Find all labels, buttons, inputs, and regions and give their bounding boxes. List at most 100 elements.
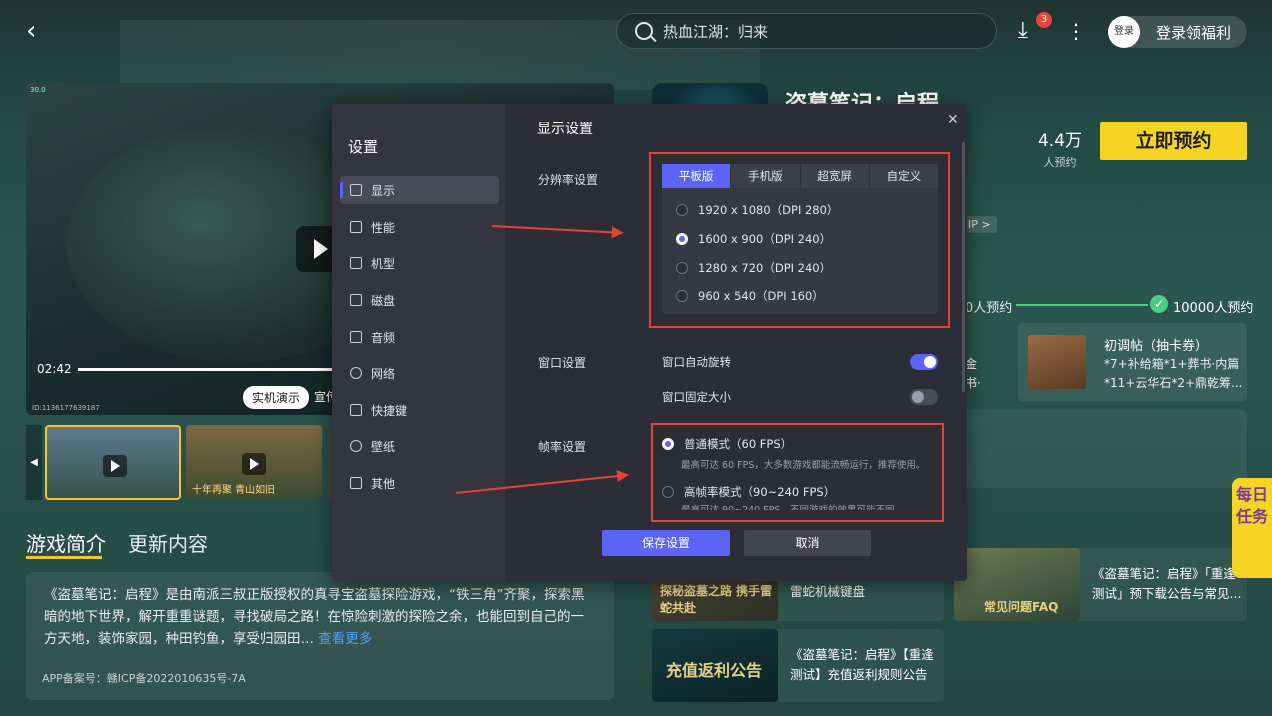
sidebar-item-audio[interactable]: 音频: [340, 323, 499, 351]
audio-icon: [350, 331, 362, 343]
download-badge: 3: [1036, 12, 1052, 28]
sidebar-item-network[interactable]: 网络: [340, 359, 499, 387]
grid-icon: [350, 477, 362, 489]
video-fps-readout: 30.0: [30, 86, 46, 94]
fps-label: 帧率设置: [538, 440, 587, 454]
gift-partial-text: 书·: [965, 376, 981, 390]
milestone-left: 0人预约: [965, 301, 1013, 316]
globe-icon: [350, 367, 362, 379]
video-tag-demo[interactable]: 实机演示: [243, 386, 310, 409]
reserve-count-label: 人预约: [1043, 156, 1077, 169]
sidebar-item-display[interactable]: 显示: [340, 176, 499, 204]
sidebar-item-label: 磁盘: [371, 293, 396, 308]
settings-title: 设置: [348, 138, 379, 156]
sidebar-item-label: 壁纸: [371, 439, 396, 454]
thumbnail[interactable]: [45, 425, 181, 500]
login-label: 登录领福利: [1156, 23, 1232, 42]
sidebar-item-label: 音频: [371, 330, 396, 345]
intro-card: 《盗墓笔记：启程》是由南派三叔正版授权的真寻宝盗墓探险游戏，“铁三角”齐聚，探索…: [26, 572, 614, 700]
gift-desc: *7+补给箱*1+葬书·内篇: [1104, 357, 1240, 371]
tab-intro[interactable]: 游戏简介: [26, 528, 106, 557]
sidebar-item-label: 性能: [371, 220, 396, 235]
section-header: 显示设置: [537, 121, 593, 137]
news-title: 《盗墓笔记：启程》「重逢测试」预下载公告与常见...: [1092, 566, 1242, 601]
gift-title: 初调帖（抽卡券）: [1104, 339, 1209, 354]
more-menu-icon[interactable]: ⋮: [1066, 18, 1086, 44]
check-icon: ✓: [1150, 295, 1168, 313]
thumbnail[interactable]: 十年再聚 青山如旧: [186, 425, 322, 500]
play-icon: [103, 455, 127, 477]
sidebar-item-other[interactable]: 其他: [340, 469, 499, 497]
daily-tasks-button[interactable]: 每日任务: [1232, 478, 1272, 578]
news-image: 充值返利公告: [652, 629, 778, 702]
see-more-link[interactable]: 查看更多: [318, 631, 372, 647]
news-image-text: 充值返利公告: [666, 661, 763, 680]
gift-desc: *11+云华石*2+鼎乾筹...: [1104, 376, 1243, 390]
sidebar-item-label: 显示: [371, 183, 396, 198]
disk-icon: [350, 294, 362, 306]
search-icon: [635, 22, 653, 40]
settings-sidebar: 设置 显示 性能 机型 磁盘 音频 网络 快捷键 壁纸 其他: [332, 104, 505, 581]
tab-underline: [26, 556, 102, 559]
download-button[interactable]: ⤓ 3: [1018, 12, 1052, 44]
news-item[interactable]: 充值返利公告 《盗墓笔记：启程》【重逢测试】充值返利规则公告: [652, 629, 944, 702]
play-icon: [242, 453, 266, 475]
save-button[interactable]: 保存设置: [602, 530, 730, 556]
device-icon: [350, 257, 362, 269]
thumbnail-caption: 十年再聚 青山如旧: [192, 485, 276, 496]
cancel-button[interactable]: 取消: [744, 530, 871, 556]
keyboard-icon: [350, 404, 362, 416]
avatar: 登录: [1108, 16, 1140, 48]
auto-rotate-toggle[interactable]: [910, 354, 938, 370]
vip-link[interactable]: IP >: [962, 216, 997, 233]
monitor-icon: [350, 184, 362, 196]
reserve-count: 4.4万 人预约: [1028, 126, 1092, 170]
thumbs-prev-icon[interactable]: ◀: [26, 425, 42, 500]
sidebar-item-disk[interactable]: 磁盘: [340, 286, 499, 314]
reserve-count-value: 4.4万: [1037, 131, 1083, 151]
sidebar-item-label: 网络: [371, 366, 396, 381]
sidebar-item-wallpaper[interactable]: 壁纸: [340, 432, 499, 460]
performance-icon: [350, 221, 362, 233]
gift-card-partial[interactable]: 金 书·: [963, 323, 1009, 401]
palette-icon: [350, 440, 362, 452]
sidebar-item-performance[interactable]: 性能: [340, 213, 499, 241]
icp-record: APP备案号：赣ICP备2022010635号-7A: [42, 672, 246, 685]
login-button[interactable]: 登录 登录领福利: [1108, 16, 1247, 48]
auto-rotate-label: 窗口自动旋转: [662, 355, 731, 369]
video-progress-bar[interactable]: [78, 368, 338, 371]
milestone-right: 10000人预约: [1173, 301, 1254, 316]
search-input[interactable]: 热血江湖：归来: [616, 13, 997, 49]
news-item[interactable]: 常见问题FAQ 《盗墓笔记：启程》「重逢测试」预下载公告与常见...: [954, 548, 1247, 621]
highlight-box-resolution: [649, 152, 950, 328]
info-strip: [963, 410, 1247, 488]
reserve-button[interactable]: 立即预约: [1100, 122, 1247, 160]
close-icon[interactable]: ✕: [947, 112, 959, 128]
top-bar: ‹ 热血江湖：归来 ⤓ 3 ⋮ 登录 登录领福利: [0, 0, 1272, 62]
fixed-size-toggle[interactable]: [910, 389, 938, 405]
sidebar-item-label: 其他: [371, 476, 396, 491]
sidebar-item-device[interactable]: 机型: [340, 249, 499, 277]
resolution-label: 分辨率设置: [538, 173, 599, 187]
window-label: 窗口设置: [538, 356, 587, 370]
scrollbar[interactable]: [962, 142, 965, 392]
sidebar-item-label: 机型: [371, 256, 396, 271]
gift-chest-image: [1028, 335, 1086, 389]
milestone-line: [1016, 304, 1148, 306]
video-time: 02:42: [37, 362, 72, 376]
fixed-size-label: 窗口固定大小: [662, 390, 731, 404]
news-image-text: 探秘盗墓之路 携手雷蛇共赴: [660, 584, 773, 615]
search-placeholder: 热血江湖：归来: [663, 22, 769, 41]
sidebar-item-label: 快捷键: [371, 403, 408, 418]
highlight-box-fps: [651, 423, 944, 522]
gift-card[interactable]: 初调帖（抽卡券） *7+补给箱*1+葬书·内篇 *11+云华石*2+鼎乾筹...: [1018, 323, 1247, 401]
intro-text: 《盗墓笔记：启程》是由南派三叔正版授权的真寻宝盗墓探险游戏，“铁三角”齐聚，探索…: [44, 587, 585, 647]
news-image-text: 常见问题FAQ: [984, 600, 1059, 614]
tab-update[interactable]: 更新内容: [128, 528, 208, 557]
news-title: 雷蛇机械键盘: [790, 584, 866, 599]
news-image: 常见问题FAQ: [954, 548, 1080, 621]
sidebar-item-hotkeys[interactable]: 快捷键: [340, 396, 499, 424]
video-id: ID:1136177639187: [32, 404, 100, 412]
back-icon[interactable]: ‹: [26, 18, 52, 44]
news-title: 《盗墓笔记：启程》【重逢测试】充值返利规则公告: [790, 647, 934, 682]
